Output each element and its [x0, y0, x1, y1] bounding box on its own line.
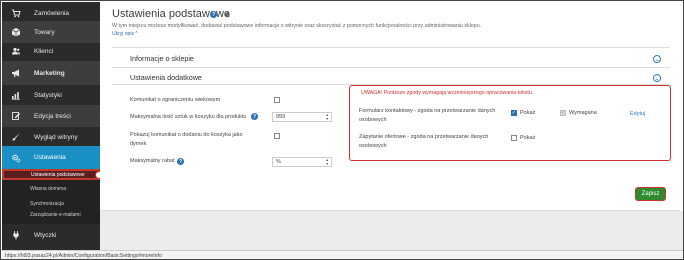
help-icon[interactable]: ? — [177, 158, 184, 165]
show-added-message-label: Pokazuj komunikat o dodaniu do koszyka j… — [130, 132, 243, 147]
chevron-down-icon[interactable]: ⌄ — [653, 55, 661, 63]
brush-icon — [10, 131, 22, 143]
megaphone-icon — [10, 67, 22, 79]
section-title-info[interactable]: Informacje o sklepie — [130, 54, 194, 63]
toggle-description-link[interactable]: Ukryj opis ^ — [112, 31, 138, 37]
status-bar-url: https://ht93.pasaz24.pl/Admin/Configurat… — [2, 250, 683, 259]
divider — [112, 47, 670, 48]
divider — [112, 67, 670, 68]
contact-form-required-checkbox[interactable]: ✓ — [560, 110, 566, 116]
stepper-icon[interactable]: ▲ ▼ — [326, 113, 329, 121]
sidebar-item-label: Wygląd witryny — [34, 133, 78, 141]
gears-icon — [10, 152, 22, 164]
help-icon[interactable]: ? — [251, 113, 258, 120]
max-discount-label: Maksymalny rabat — [130, 158, 175, 164]
sidebar-item-statistics[interactable]: Statystyki — [2, 84, 100, 106]
show-added-message-checkbox[interactable] — [274, 133, 280, 139]
plug-icon — [10, 229, 22, 241]
submenu-item-synchronization[interactable]: Synchronizacja — [2, 198, 100, 209]
sidebar-item-label: Edycja treści — [34, 112, 71, 120]
sidebar-item-label: Zamówienia — [34, 9, 70, 17]
sidebar-item-label: Klienci — [34, 47, 54, 55]
age-limit-checkbox[interactable] — [274, 97, 280, 103]
sidebar-item-label: Ustawienia — [34, 154, 66, 161]
max-items-input[interactable]: 999 ▲ ▼ — [272, 112, 332, 122]
max-items-label: Maksymalna ilość sztuk w koszyku dla pro… — [130, 114, 247, 120]
submenu-item-custom-domain[interactable]: Własna domena — [2, 183, 100, 194]
settings-submenu: Ustawienia podstawowe Własna domena Sync… — [2, 169, 100, 224]
stats-icon — [10, 89, 22, 101]
stepper-icon[interactable]: ▲ ▼ — [326, 158, 329, 166]
sidebar-item-marketing[interactable]: Marketing — [2, 61, 100, 85]
required-label: Wymagana — [569, 110, 597, 116]
sidebar-item-content-edit[interactable]: Edycja treści — [2, 105, 100, 127]
show-label: Pokaż — [520, 110, 536, 116]
footer-area — [100, 211, 683, 250]
edit-icon — [10, 110, 22, 122]
sidebar: Zamówienia Towary Klienci Marketing Stat… — [2, 2, 100, 250]
contact-form-consent-label: Formularz kontaktowy - zgoda na przetwar… — [359, 108, 496, 123]
users-icon — [10, 45, 22, 57]
section-title-additional[interactable]: Ustawienia dodatkowe — [130, 73, 202, 82]
sidebar-item-appearance[interactable]: Wygląd witryny — [2, 126, 100, 148]
app-window: Zamówienia Towary Klienci Marketing Stat… — [0, 0, 684, 260]
sidebar-item-clients[interactable]: Klienci — [2, 40, 100, 62]
chevron-down-icon[interactable]: ⌄ — [653, 74, 661, 82]
box-icon — [10, 26, 22, 38]
sidebar-item-label: Towary — [34, 28, 55, 36]
sidebar-item-label: Statystyki — [34, 91, 62, 99]
sidebar-item-plugins[interactable]: Wtyczki — [2, 224, 100, 246]
age-limit-label: Komunikat o ograniczeniu wiekowym — [130, 97, 221, 103]
sidebar-item-label: Marketing — [34, 69, 65, 77]
offer-request-show-checkbox[interactable] — [511, 135, 517, 141]
page-description: W tym miejscu możesz modyfikować, dodawa… — [112, 23, 482, 29]
help-icon[interactable]: ? — [210, 11, 217, 18]
sidebar-item-settings[interactable]: Ustawienia — [2, 146, 100, 169]
save-button[interactable]: Zapisz — [635, 187, 666, 201]
submenu-item-basic-settings[interactable]: Ustawienia podstawowe — [2, 169, 100, 180]
consents-warning: UWAGA! Poniższe zgody wymagają wcześniej… — [361, 90, 534, 96]
contact-form-show-checkbox[interactable]: ✓ — [511, 110, 517, 116]
home-icon[interactable] — [224, 11, 231, 18]
offer-request-consent-label: Zapytanie ofertowe - zgoda na przetwarza… — [359, 134, 489, 149]
submenu-item-email-management[interactable]: Zarządzanie e-mailami — [2, 209, 100, 220]
max-discount-input[interactable]: % ▲ ▼ — [272, 157, 332, 167]
show-label: Pokaż — [520, 135, 536, 141]
cart-icon — [10, 7, 22, 19]
sidebar-item-label: Wtyczki — [34, 231, 57, 239]
edit-consent-link[interactable]: Edytuj — [630, 111, 645, 117]
